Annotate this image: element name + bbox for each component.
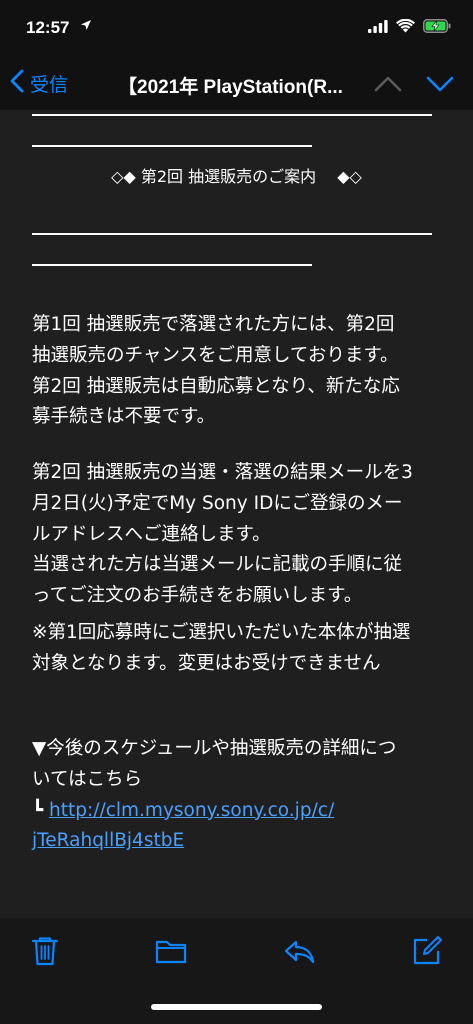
compose-button[interactable]	[410, 934, 444, 968]
schedule-link-continued[interactable]: jTeRahqllBj4stbE	[32, 826, 442, 857]
chevron-left-icon	[10, 69, 24, 98]
home-indicator[interactable]	[151, 1004, 322, 1010]
text-line: 対象となります。変更はお受けできません	[32, 652, 381, 674]
paragraph-auto-entry: 第1回 抽選販売で落選された方には、第2回 抽選販売のチャンスをご用意しておりま…	[32, 310, 442, 433]
move-to-folder-button[interactable]	[154, 934, 188, 968]
text-line: 第2回 抽選販売の当選・落選の結果メールを3	[32, 462, 413, 483]
reply-icon	[284, 940, 315, 964]
location-arrow-icon	[80, 19, 92, 35]
email-body[interactable]: ◇◆ 第2回 抽選販売のご案内 ◆◇ 第1回 抽選販売で落選された方には、第2回…	[0, 110, 473, 918]
paragraph-result-notice: 第2回 抽選販売の当選・落選の結果メールを3 月2日(火)予定でMy Sony …	[32, 458, 442, 612]
status-time: 12:57	[26, 18, 70, 37]
status-bar: 12:57	[0, 0, 473, 58]
folder-icon	[155, 940, 187, 964]
text-line: 第1回 抽選販売で落選された方には、第2回	[32, 314, 395, 335]
reply-button[interactable]	[282, 934, 316, 968]
back-button[interactable]: 受信	[10, 68, 68, 98]
text-line: いてはこちら	[32, 768, 143, 790]
battery-charging-icon	[423, 18, 451, 37]
next-message-button[interactable]	[424, 70, 456, 98]
text-line: 第2回 抽選販売は自動応募となり、新たな応	[32, 375, 400, 397]
text-line: ※第1回応募時にご選択いただいた本体が抽選	[32, 622, 411, 643]
email-subject-title: 【2021年 PlayStation(R...	[118, 77, 343, 98]
back-button-label: 受信	[30, 73, 69, 96]
text-line: 月2日(火)予定でMy Sony IDにご登録のメー	[32, 492, 403, 514]
chevron-up-icon	[374, 76, 402, 92]
trash-button[interactable]	[28, 934, 62, 968]
previous-message-button[interactable]	[372, 70, 404, 98]
divider-line	[32, 145, 312, 147]
divider-line	[32, 233, 432, 235]
divider-line	[32, 264, 312, 266]
text-line: 当選された方は当選メールに記載の手順に従	[32, 554, 403, 576]
schedule-link[interactable]: http://clm.mysony.sony.co.jp/c/	[49, 800, 334, 821]
text-line: ってご注文のお手続きをお願いします。	[32, 585, 363, 607]
paragraph-schedule: ▼今後のスケジュールや抽選販売の詳細につ いてはこちら ┗ http://clm…	[32, 734, 442, 857]
section-heading: ◇◆ 第2回 抽選販売のご案内 ◆◇	[111, 167, 362, 186]
wifi-icon	[396, 18, 415, 37]
bottom-toolbar	[0, 918, 473, 1024]
text-line: 募手続きは不要です。	[32, 406, 216, 428]
paragraph-selection-note: ※第1回応募時にご選択いただいた本体が抽選 対象となります。変更はお受けできませ…	[32, 618, 442, 680]
compose-icon	[413, 936, 442, 965]
divider-line	[32, 114, 432, 116]
cellular-signal-icon	[368, 18, 388, 37]
link-line: ┗ http://clm.mysony.sony.co.jp/c/	[32, 796, 442, 827]
chevron-down-icon	[426, 76, 454, 92]
status-icons	[368, 18, 451, 37]
link-prefix: ┗	[32, 799, 50, 821]
trash-icon	[31, 937, 59, 966]
text-line: ルアドレスへご連絡します。	[32, 523, 271, 545]
text-line: 抽選販売のチャンスをご用意しております。	[32, 344, 399, 366]
text-line: ▼今後のスケジュールや抽選販売の詳細につ	[32, 738, 397, 759]
nav-bar: 受信 【2021年 PlayStation(R...	[0, 58, 473, 110]
